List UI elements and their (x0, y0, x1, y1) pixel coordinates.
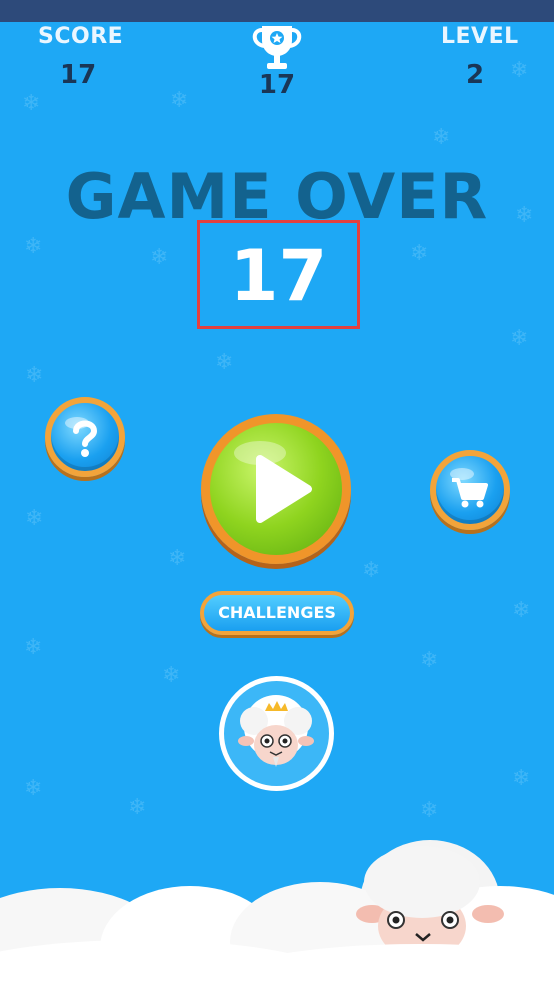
snowflake-icon: ❄ (170, 88, 189, 113)
play-button[interactable] (201, 414, 351, 564)
score-label: SCORE (38, 24, 124, 49)
snowflake-icon: ❄ (420, 648, 439, 673)
snowflake-icon: ❄ (410, 241, 429, 266)
snowflake-icon: ❄ (432, 125, 451, 150)
question-icon (65, 417, 98, 457)
snowflake-icon: ❄ (128, 795, 147, 820)
clouds-decoration (0, 840, 554, 984)
shop-button[interactable] (430, 450, 510, 530)
snowflake-icon: ❄ (150, 245, 169, 270)
snowflake-icon: ❄ (168, 546, 187, 571)
snowflake-icon: ❄ (24, 234, 43, 259)
status-bar (0, 0, 554, 22)
snowflake-icon: ❄ (510, 58, 529, 83)
snowflake-icon: ❄ (512, 598, 531, 623)
snowflake-icon: ❄ (362, 558, 381, 583)
best-score-value: 17 (258, 70, 296, 100)
snowflake-icon: ❄ (510, 326, 529, 351)
snowflake-icon: ❄ (215, 350, 234, 375)
level-value: 2 (466, 60, 485, 90)
character-select-button[interactable] (219, 676, 334, 791)
snowflake-icon: ❄ (162, 663, 181, 688)
cart-icon (450, 468, 488, 508)
snowflake-icon: ❄ (24, 776, 43, 801)
help-button[interactable] (45, 397, 125, 477)
snowflake-icon: ❄ (512, 766, 531, 791)
level-label: LEVEL (441, 24, 519, 49)
snowflake-icon: ❄ (24, 635, 43, 660)
snowflake-icon: ❄ (22, 91, 41, 116)
snowflake-icon: ❄ (420, 798, 439, 823)
snowflake-icon: ❄ (25, 363, 44, 388)
snowflake-icon: ❄ (25, 506, 44, 531)
play-icon (234, 441, 312, 523)
sheep-avatar-icon (238, 695, 314, 767)
final-score: 17 (229, 235, 328, 317)
challenges-button[interactable]: CHALLENGES (200, 591, 354, 635)
score-value: 17 (60, 60, 97, 90)
trophy-icon (252, 26, 302, 69)
